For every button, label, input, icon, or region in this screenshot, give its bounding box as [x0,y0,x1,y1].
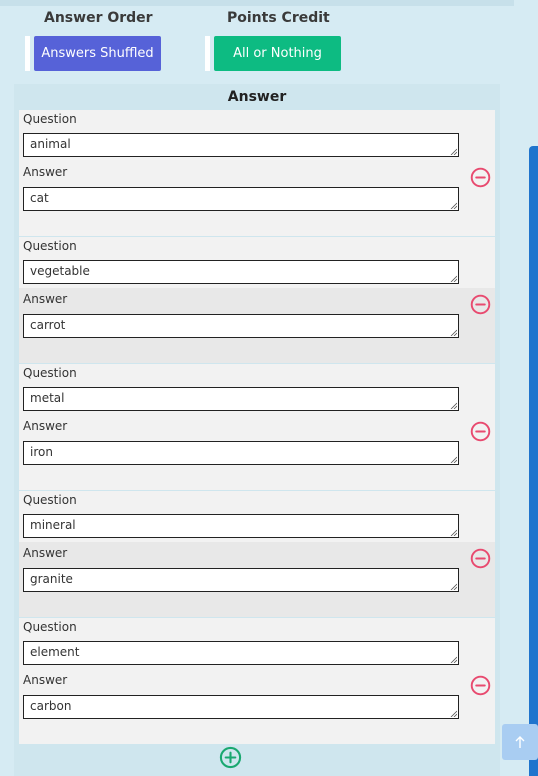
answer-pair-row: Question element Answer carbon [19,618,495,744]
toggle-indicator [25,36,30,71]
points-credit-label: Points Credit [227,10,330,26]
answer-label: Answer [23,419,68,433]
answer-pair-row: Question vegetable Answer carrot [19,237,495,363]
remove-pair-button[interactable] [470,675,491,696]
answer-pair-row: Question metal Answer iron [19,364,495,490]
answer-label: Answer [23,165,68,179]
add-pair-button[interactable] [219,746,242,769]
question-label: Question [23,366,77,380]
arrow-up-icon [515,736,525,748]
question-value: mineral [30,518,76,532]
answer-label: Answer [23,546,68,560]
all-or-nothing-button[interactable]: All or Nothing [214,36,341,71]
question-value: element [30,645,80,659]
answers-shuffled-button[interactable]: Answers Shuffled [34,36,161,71]
question-label: Question [23,620,77,634]
answer-order-label: Answer Order [44,10,153,26]
question-value: animal [30,137,71,151]
question-field[interactable]: metal [23,387,459,411]
answer-pair-row: Question mineral Answer granite [19,491,495,617]
top-strip [0,0,514,6]
answer-field[interactable]: iron [23,441,459,465]
minus-circle-icon [470,548,491,569]
question-label: Question [23,493,77,507]
answer-pair-row: Question animal Answer cat [19,110,495,236]
minus-circle-icon [470,167,491,188]
answer-field[interactable]: carbon [23,695,459,719]
question-value: vegetable [30,264,90,278]
scrollbar-thumb[interactable] [529,146,538,776]
answer-value: carbon [30,699,72,713]
minus-circle-icon [470,675,491,696]
answer-panel-title: Answer [227,89,287,105]
toggle-indicator [205,36,210,71]
minus-circle-icon [470,294,491,315]
points-credit-toggle[interactable]: All or Nothing [205,36,345,72]
question-field[interactable]: animal [23,133,459,157]
question-field[interactable]: vegetable [23,260,459,284]
answer-panel: Answer Question animal Answer cat Question ve… [14,84,500,776]
remove-pair-button[interactable] [470,421,491,442]
question-label: Question [23,239,77,253]
back-to-top-button[interactable] [502,724,538,760]
answer-field[interactable]: granite [23,568,459,592]
plus-circle-icon [219,746,242,769]
minus-circle-icon [470,421,491,442]
answer-label: Answer [23,292,68,306]
question-field[interactable]: mineral [23,514,459,538]
remove-pair-button[interactable] [470,548,491,569]
answer-value: iron [30,445,53,459]
answer-value: cat [30,191,49,205]
remove-pair-button[interactable] [470,294,491,315]
question-value: metal [30,391,65,405]
remove-pair-button[interactable] [470,167,491,188]
answer-field[interactable]: carrot [23,314,459,338]
question-field[interactable]: element [23,641,459,665]
answer-label: Answer [23,673,68,687]
answer-field[interactable]: cat [23,187,459,211]
answer-value: carrot [30,318,66,332]
question-label: Question [23,112,77,126]
answer-order-toggle[interactable]: Answers Shuffled [25,36,165,72]
answer-value: granite [30,572,73,586]
